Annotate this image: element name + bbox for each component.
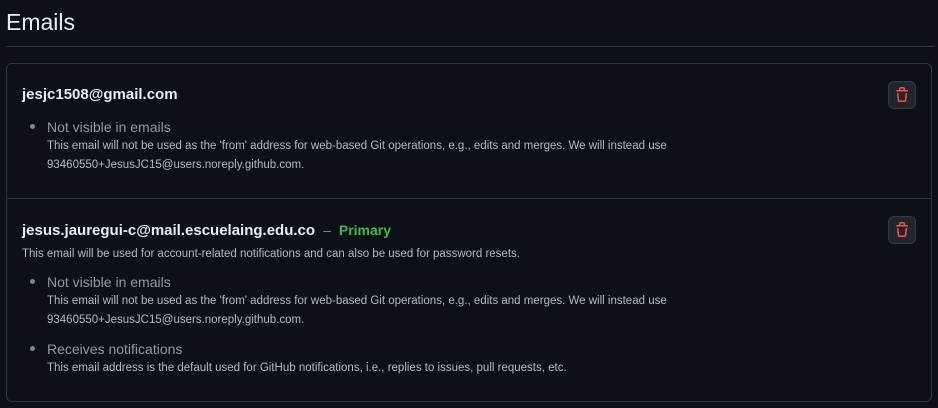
- property-title: Receives notifications: [47, 341, 183, 357]
- bullet-icon: [30, 346, 35, 351]
- email-address: jesjc1508@gmail.com: [22, 86, 178, 103]
- list-item: Not visible in emails This email will no…: [7, 273, 907, 330]
- email-list: jesjc1508@gmail.com Not visible in email…: [6, 63, 932, 402]
- email-item-primary: jesus.jauregui-c@mail.escuelaing.edu.co …: [7, 199, 931, 401]
- delete-email-button[interactable]: [888, 81, 916, 109]
- primary-badge: Primary: [338, 222, 392, 238]
- trash-icon: [896, 87, 908, 102]
- list-item: Not visible in emails This email will no…: [7, 118, 907, 175]
- property-title: Not visible in emails: [47, 274, 171, 290]
- email-address: jesus.jauregui-c@mail.escuelaing.edu.co: [22, 222, 316, 239]
- email-properties: Not visible in emails This email will no…: [7, 273, 907, 378]
- email-address-row: jesus.jauregui-c@mail.escuelaing.edu.co …: [22, 221, 391, 240]
- page-title: Emails: [6, 9, 76, 35]
- bullet-icon: [30, 279, 35, 284]
- list-item: Receives notifications This email addres…: [7, 340, 907, 378]
- separator: –: [323, 222, 331, 238]
- property-note: This email will not be used as the 'from…: [47, 295, 667, 326]
- delete-email-button[interactable]: [888, 216, 916, 244]
- property-title: Not visible in emails: [47, 119, 171, 135]
- trash-icon: [896, 222, 908, 237]
- bullet-icon: [30, 124, 35, 129]
- email-properties: Not visible in emails This email will no…: [7, 118, 907, 175]
- email-description: This email will be used for account-rela…: [22, 248, 520, 260]
- email-item: jesjc1508@gmail.com Not visible in email…: [7, 64, 931, 199]
- property-note: This email will not be used as the 'from…: [47, 140, 667, 171]
- title-divider: [6, 46, 934, 47]
- property-note: This email address is the default used f…: [47, 362, 567, 374]
